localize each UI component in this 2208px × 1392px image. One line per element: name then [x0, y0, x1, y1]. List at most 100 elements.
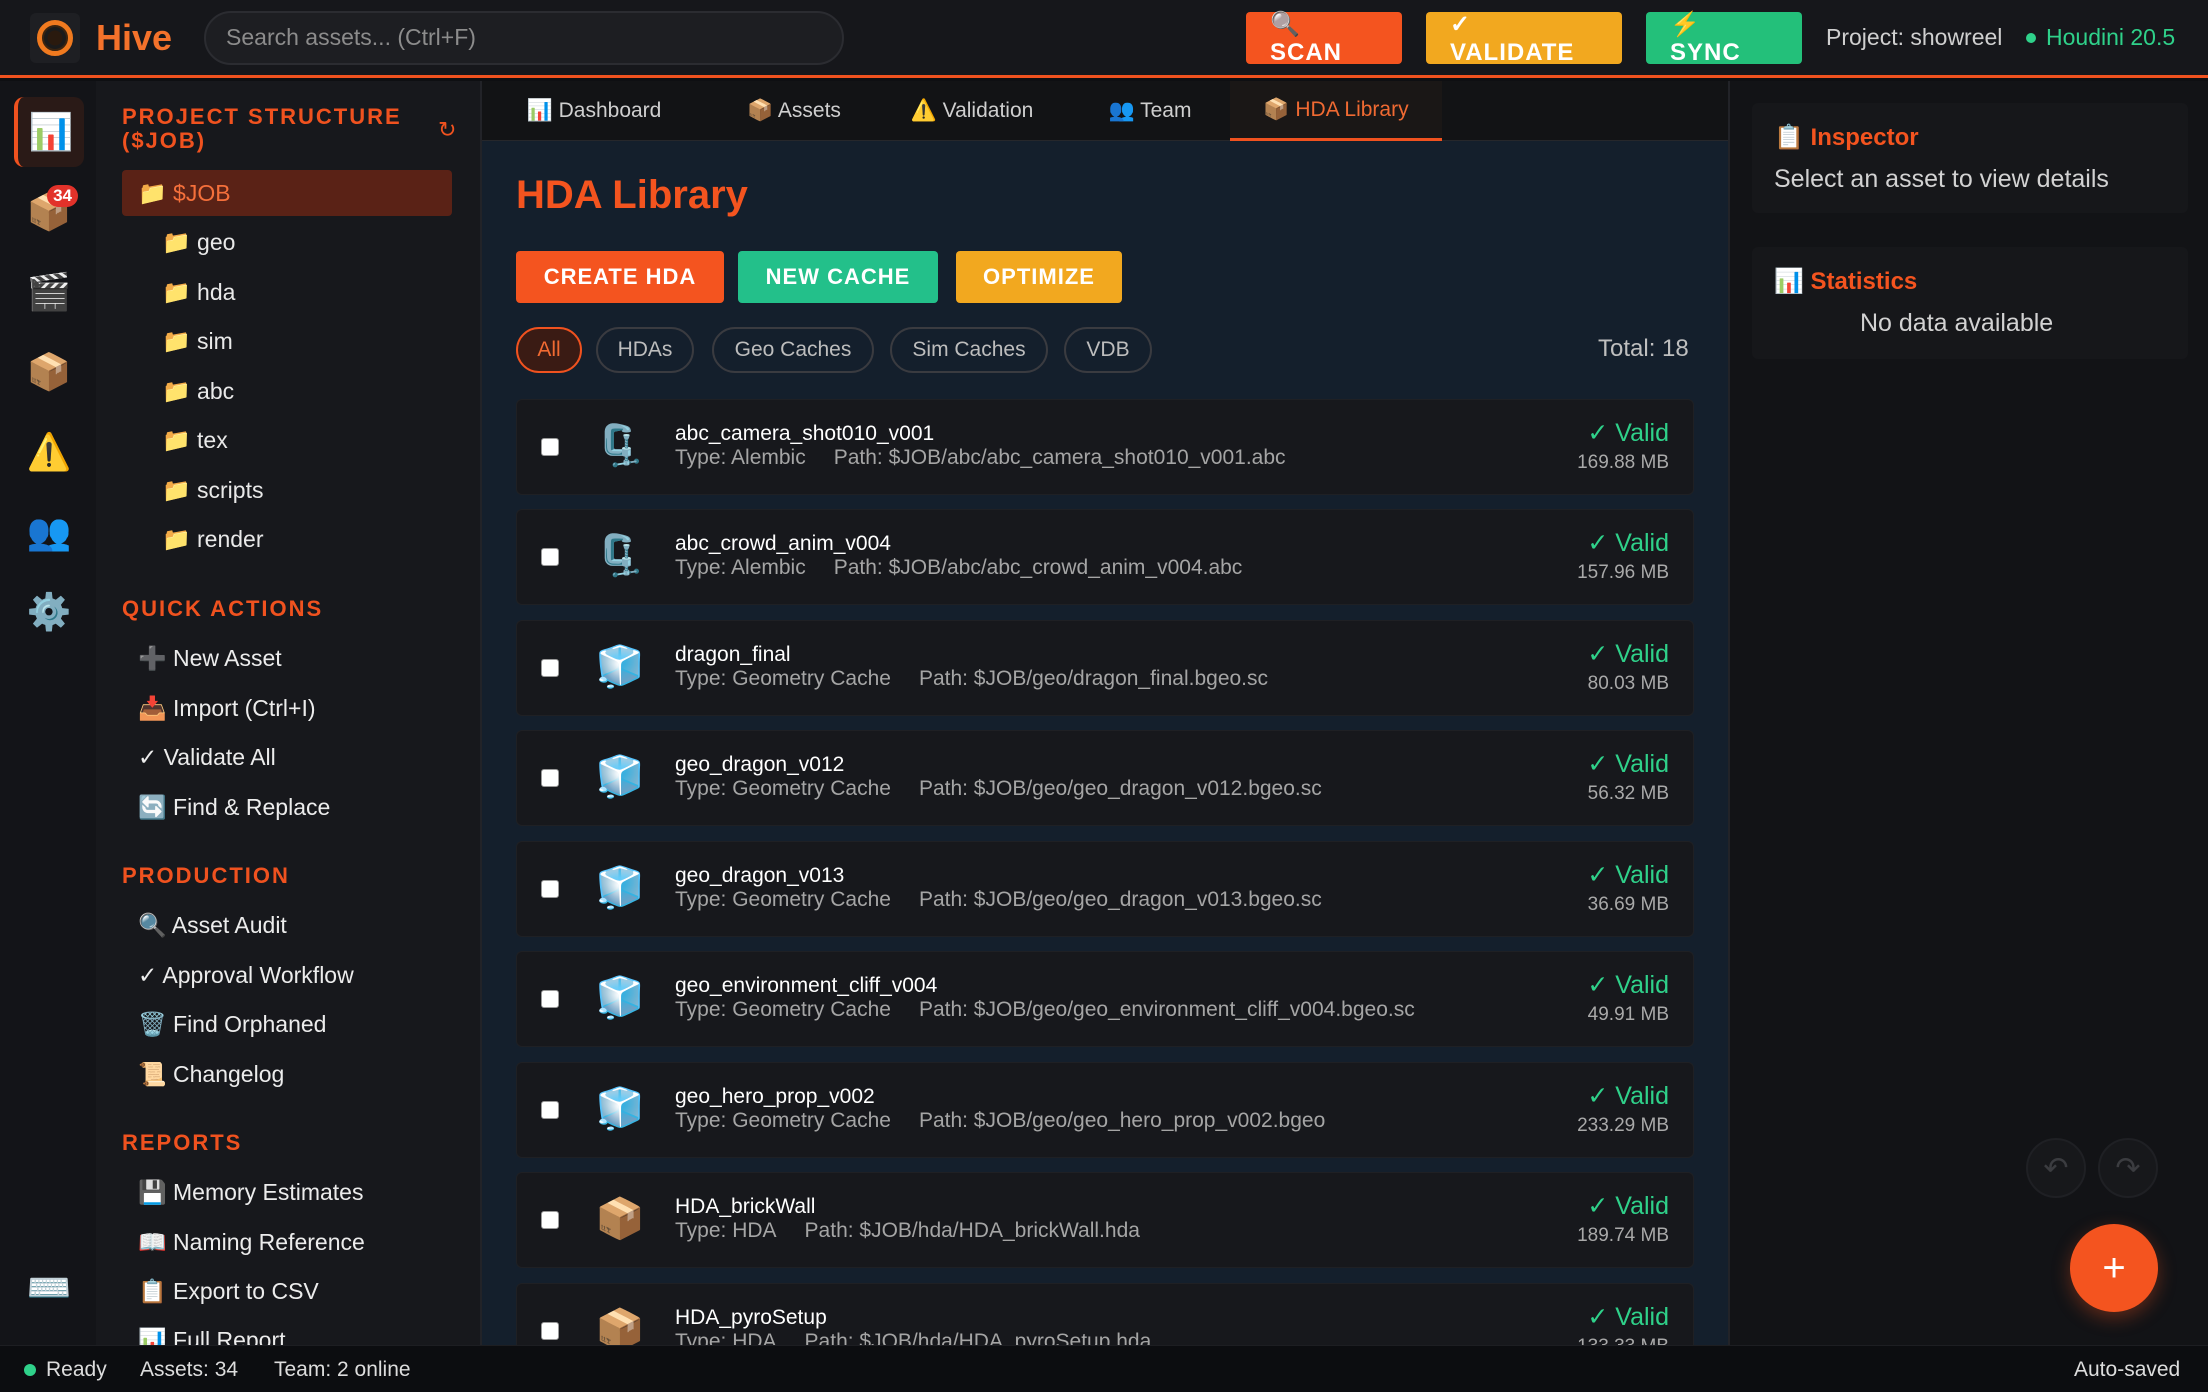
- new-cache-button[interactable]: NEW CACHE: [738, 251, 938, 303]
- statistics-empty-text: No data available: [1860, 309, 2054, 337]
- scan-button[interactable]: 🔍 SCAN: [1246, 11, 1402, 66]
- validate-button[interactable]: ✓ VALIDATE: [1426, 11, 1622, 66]
- asset-path: Path: $JOB/geo/geo_dragon_v012.bgeo.sc: [918, 777, 1322, 800]
- naming-reference-action[interactable]: 📖 Naming Reference: [138, 1229, 365, 1256]
- memory-estimates-action[interactable]: 💾 Memory Estimates: [138, 1179, 363, 1206]
- app-window: Hive 🔍 SCAN ✓ VALIDATE ⚡ SYNC Project: s…: [0, 0, 2208, 1392]
- asset-size: 233.29 MB: [1577, 1115, 1669, 1136]
- import-action[interactable]: 📥 Import (Ctrl+I): [138, 695, 316, 722]
- asset-card[interactable]: 📦 HDA_brickWall Type: HDA Path: $JOB/hda/…: [516, 1172, 1694, 1268]
- tree-item-job[interactable]: 📁 $JOB: [122, 170, 452, 216]
- tree-item-tex[interactable]: 📁 tex: [122, 417, 452, 463]
- validate-all-action[interactable]: ✓ Validate All: [138, 744, 276, 771]
- geometry-cube-icon: 🧊: [595, 976, 645, 1020]
- asset-card[interactable]: 🧊 geo_hero_prop_v002 Type: Geometry Cach…: [516, 1062, 1694, 1158]
- new-asset-action[interactable]: ➕ New Asset: [138, 645, 282, 672]
- rail-team[interactable]: 👥: [14, 497, 84, 567]
- tab-team[interactable]: 👥 Team: [1098, 81, 1202, 141]
- select-checkbox[interactable]: [541, 880, 559, 898]
- asset-card[interactable]: 🧊 geo_dragon_v012 Type: Geometry Cache Pa…: [516, 730, 1694, 826]
- logo[interactable]: Hive: [30, 12, 172, 63]
- redo-button[interactable]: ↷: [2098, 1138, 2158, 1198]
- asset-meta: Type: Geometry Cache Path: $JOB/geo/drago…: [675, 667, 1268, 691]
- asset-type: Type: Geometry Cache: [675, 998, 891, 1021]
- tab-assets[interactable]: 📦 Assets: [736, 81, 852, 141]
- select-checkbox[interactable]: [541, 1322, 559, 1340]
- tree-item-geo[interactable]: 📁 geo: [122, 219, 452, 265]
- select-checkbox[interactable]: [541, 659, 559, 677]
- asset-meta: Type: Alembic Path: $JOB/abc/abc_camera_s…: [675, 446, 1286, 470]
- approval-workflow-action[interactable]: ✓ Approval Workflow: [138, 962, 354, 989]
- optimize-button[interactable]: OPTIMIZE: [956, 251, 1122, 303]
- status-badge: ✓ Valid: [1587, 529, 1669, 557]
- tree-item-hda[interactable]: 📁 hda: [122, 269, 452, 315]
- undo-button[interactable]: ↶: [2026, 1138, 2086, 1198]
- select-checkbox[interactable]: [541, 769, 559, 787]
- asset-path: Path: $JOB/hda/HDA_brickWall.hda: [804, 1219, 1140, 1242]
- asset-card[interactable]: 🧊 geo_environment_cliff_v004 Type: Geome…: [516, 951, 1694, 1047]
- filter-vdb[interactable]: VDB: [1064, 327, 1152, 373]
- page-title: HDA Library: [516, 173, 748, 217]
- hda-icon: 📦: [26, 351, 72, 392]
- select-checkbox[interactable]: [541, 548, 559, 566]
- asset-type: Type: Geometry Cache: [675, 667, 891, 690]
- find-replace-action[interactable]: 🔄 Find & Replace: [138, 794, 330, 821]
- shots-icon: 🎬: [26, 271, 72, 312]
- sync-button[interactable]: ⚡ SYNC: [1646, 11, 1802, 66]
- status-badge: ✓ Valid: [1587, 1192, 1669, 1220]
- asset-path: Path: $JOB/geo/geo_environment_cliff_v00…: [918, 998, 1415, 1021]
- add-fab-button[interactable]: +: [2070, 1224, 2158, 1312]
- inspector-empty-text: Select an asset to view details: [1774, 165, 2109, 193]
- select-checkbox[interactable]: [541, 1211, 559, 1229]
- full-report-action[interactable]: 📊 Full Report: [138, 1327, 286, 1345]
- rail-shots[interactable]: 🎬: [14, 257, 84, 327]
- top-bar: Hive 🔍 SCAN ✓ VALIDATE ⚡ SYNC Project: s…: [0, 0, 2208, 78]
- asset-card[interactable]: 🗜️ abc_crowd_anim_v004 Type: Alembic Path…: [516, 509, 1694, 605]
- tree-item-render[interactable]: 📁 render: [122, 516, 452, 562]
- tree-item-scripts[interactable]: 📁 scripts: [122, 467, 452, 513]
- changelog-action[interactable]: 📜 Changelog: [138, 1061, 284, 1088]
- select-checkbox[interactable]: [541, 438, 559, 456]
- rail-shortcuts[interactable]: ⌨️: [14, 1253, 84, 1323]
- asset-size: 36.69 MB: [1587, 894, 1669, 915]
- tab-validation[interactable]: ⚠️ Validation: [902, 81, 1042, 141]
- asset-type: Type: Alembic: [675, 446, 806, 469]
- tree-item-abc[interactable]: 📁 abc: [122, 368, 452, 414]
- asset-type: Type: Alembic: [675, 556, 806, 579]
- asset-meta: Type: Alembic Path: $JOB/abc/abc_crowd_an…: [675, 556, 1242, 580]
- filter-all[interactable]: All: [516, 327, 582, 373]
- assets-count-status: Assets: 34: [140, 1358, 239, 1381]
- rail-hda[interactable]: 📦: [14, 337, 84, 407]
- rail-assets[interactable]: 📦 34: [14, 177, 84, 247]
- rail-dashboard[interactable]: 📊: [14, 97, 84, 167]
- filter-sim-caches[interactable]: Sim Caches: [890, 327, 1048, 373]
- create-hda-button[interactable]: CREATE HDA: [516, 251, 724, 303]
- asset-card[interactable]: 🗜️ abc_camera_shot010_v001 Type: Alembic…: [516, 399, 1694, 495]
- team-online-status: Team: 2 online: [274, 1358, 411, 1381]
- status-badge: ✓ Valid: [1587, 419, 1669, 447]
- tab-hda-library[interactable]: 📦 HDA Library: [1230, 81, 1442, 141]
- ready-text: Ready: [46, 1358, 107, 1381]
- asset-type: Type: Geometry Cache: [675, 888, 891, 911]
- asset-card[interactable]: 🧊 dragon_final Type: Geometry Cache Path:…: [516, 620, 1694, 716]
- search-input[interactable]: [204, 10, 845, 65]
- rail-settings[interactable]: ⚙️: [14, 577, 84, 647]
- asset-card[interactable]: 🧊 geo_dragon_v013 Type: Geometry Cache Pa…: [516, 841, 1694, 937]
- export-csv-action[interactable]: 📋 Export to CSV: [138, 1278, 319, 1305]
- dashboard-icon: 📊: [28, 111, 74, 152]
- asset-path: Path: $JOB/geo/dragon_final.bgeo.sc: [918, 667, 1269, 690]
- filter-geo-caches[interactable]: Geo Caches: [712, 327, 874, 373]
- asset-type: Type: Geometry Cache: [675, 1109, 891, 1132]
- refresh-icon[interactable]: ↻: [438, 117, 456, 143]
- select-checkbox[interactable]: [541, 1101, 559, 1119]
- tree-item-sim[interactable]: 📁 sim: [122, 318, 452, 364]
- rail-validation[interactable]: ⚠️: [14, 417, 84, 487]
- asset-card[interactable]: 📦 HDA_pyroSetup Type: HDA Path: $JOB/hda/…: [516, 1283, 1694, 1345]
- asset-path: Path: $JOB/geo/geo_hero_prop_v002.bgeo: [918, 1109, 1326, 1132]
- select-checkbox[interactable]: [541, 990, 559, 1008]
- asset-audit-action[interactable]: 🔍 Asset Audit: [138, 912, 287, 939]
- tab-dashboard[interactable]: 📊 Dashboard: [518, 81, 670, 141]
- filter-hdas[interactable]: HDAs: [596, 327, 694, 373]
- find-orphaned-action[interactable]: 🗑️ Find Orphaned: [138, 1011, 326, 1038]
- asset-path: Path: $JOB/abc/abc_crowd_anim_v004.abc: [833, 556, 1243, 579]
